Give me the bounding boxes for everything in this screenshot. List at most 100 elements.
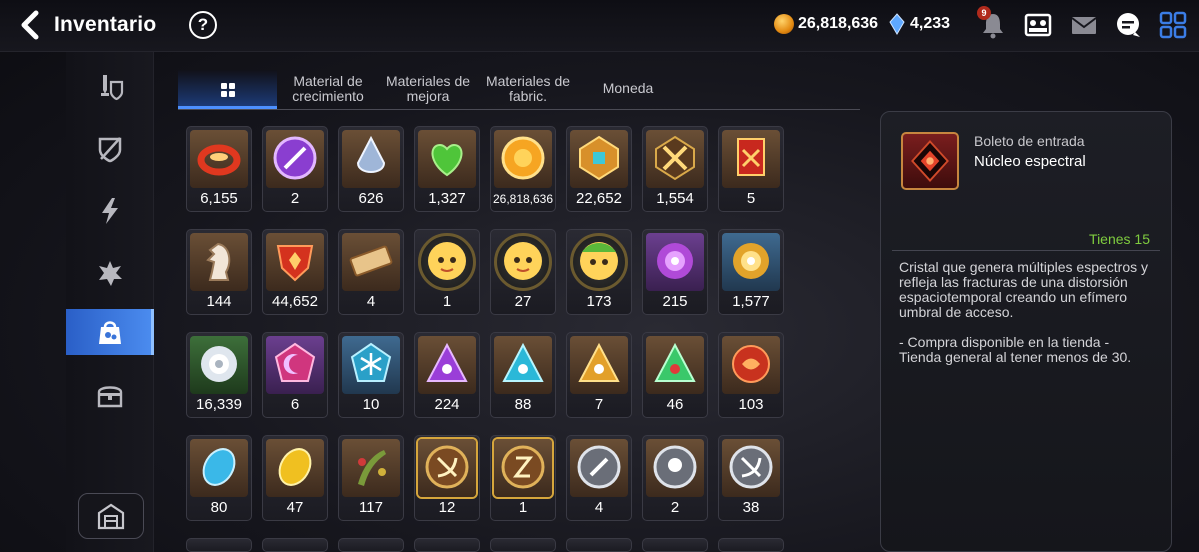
inventory-slot[interactable]: 4 bbox=[566, 435, 632, 521]
silver-medal-3-icon bbox=[729, 445, 773, 489]
inventory-slot[interactable]: 38 bbox=[718, 435, 784, 521]
inventory-slot[interactable]: 12 bbox=[414, 435, 480, 521]
item-count: 4 bbox=[594, 499, 604, 516]
inventory-slot[interactable]: 215 bbox=[642, 229, 708, 315]
item-count: 26,818,636 bbox=[492, 192, 554, 206]
category-sidebar bbox=[66, 52, 154, 552]
banner-icon bbox=[737, 138, 765, 176]
inventory-slot[interactable]: 26,818,636 bbox=[490, 126, 556, 212]
inventory-slot-partial[interactable] bbox=[262, 538, 328, 552]
inventory-slot[interactable]: 44,652 bbox=[262, 229, 328, 315]
item-count: 47 bbox=[286, 499, 304, 516]
inventory-slot[interactable]: 103 bbox=[718, 332, 784, 418]
inventory-slot[interactable]: 22,652 bbox=[566, 126, 632, 212]
inventory-slot[interactable]: 46 bbox=[642, 332, 708, 418]
inventory-slot-partial[interactable] bbox=[490, 538, 556, 552]
item-count: 80 bbox=[210, 499, 228, 516]
inventory-slot-partial[interactable] bbox=[338, 538, 404, 552]
bow-medal-icon bbox=[425, 445, 469, 489]
pyramid-purple-icon bbox=[426, 342, 468, 382]
inventory-slot[interactable]: 1,327 bbox=[414, 126, 480, 212]
inventory-slot[interactable]: 4 bbox=[338, 229, 404, 315]
inventory-slot[interactable]: 7 bbox=[566, 332, 632, 418]
sidebar-item-equipment[interactable] bbox=[66, 64, 154, 110]
chat-icon[interactable] bbox=[1113, 10, 1143, 40]
chess-knight-icon bbox=[206, 242, 231, 281]
inventory-slot-partial[interactable] bbox=[566, 538, 632, 552]
item-count: 4 bbox=[366, 293, 376, 310]
sidebar-item-catalysts[interactable] bbox=[66, 250, 154, 296]
red-orb-icon bbox=[732, 345, 770, 383]
item-count: 7 bbox=[594, 396, 604, 413]
item-count: 10 bbox=[362, 396, 380, 413]
sidebar-item-materials[interactable] bbox=[66, 309, 154, 355]
mail-icon[interactable] bbox=[1069, 10, 1099, 40]
inventory-slot[interactable]: 1,554 bbox=[642, 126, 708, 212]
artifact-icon bbox=[98, 137, 122, 163]
grid-icon bbox=[221, 83, 235, 97]
inventory-slot[interactable]: 80 bbox=[186, 435, 252, 521]
blue-stone-icon bbox=[202, 448, 236, 486]
tab-growth-materials[interactable]: Material de crecimiento bbox=[282, 74, 374, 113]
crystal-amount: 4,233 bbox=[910, 15, 951, 32]
pyramid-gold-icon bbox=[578, 342, 620, 382]
inventory-slot[interactable]: 6 bbox=[262, 332, 328, 418]
inventory-slot[interactable]: 2 bbox=[642, 435, 708, 521]
ring-red-icon bbox=[197, 144, 241, 176]
item-count: 12 bbox=[438, 499, 456, 516]
item-count: 1 bbox=[442, 293, 452, 310]
item-count: 16,339 bbox=[196, 396, 242, 413]
inventory-slot[interactable]: 16,339 bbox=[186, 332, 252, 418]
help-button[interactable]: ? bbox=[189, 11, 217, 39]
storage-button[interactable] bbox=[78, 493, 144, 539]
item-description: Cristal que genera múltiples espectros y… bbox=[899, 259, 1149, 365]
item-count: 1,577 bbox=[732, 293, 770, 310]
chest-icon bbox=[97, 386, 123, 408]
tab-upgrade-materials[interactable]: Materiales de mejora bbox=[384, 74, 472, 113]
tab-all[interactable] bbox=[178, 70, 277, 109]
sidebar-item-energy[interactable] bbox=[66, 188, 154, 234]
item-count: 103 bbox=[738, 396, 764, 413]
sidebar-item-artifacts[interactable] bbox=[66, 126, 154, 172]
inventory-slot[interactable]: 144 bbox=[186, 229, 252, 315]
item-count: 44,652 bbox=[272, 293, 318, 310]
white-flower-icon bbox=[201, 346, 237, 382]
inventory-slot-partial[interactable] bbox=[642, 538, 708, 552]
inventory-slot[interactable]: 1,577 bbox=[718, 229, 784, 315]
inventory-slot-partial[interactable] bbox=[414, 538, 480, 552]
silver-medal-1-icon bbox=[577, 445, 621, 489]
green-heart-icon bbox=[431, 143, 463, 177]
friends-icon[interactable] bbox=[1023, 10, 1053, 40]
inventory-slot[interactable]: 47 bbox=[262, 435, 328, 521]
inventory-slot[interactable]: 2 bbox=[262, 126, 328, 212]
inventory-slot[interactable]: 173 bbox=[566, 229, 632, 315]
item-count: 1,327 bbox=[428, 190, 466, 207]
silver-medal-2-icon bbox=[653, 445, 697, 489]
inventory-slot[interactable]: 117 bbox=[338, 435, 404, 521]
item-count: 224 bbox=[434, 396, 460, 413]
inventory-slot[interactable]: 10 bbox=[338, 332, 404, 418]
sidebar-item-chests[interactable] bbox=[66, 372, 154, 418]
inventory-slot[interactable]: 5 bbox=[718, 126, 784, 212]
skill-charm-icon bbox=[273, 136, 317, 180]
inventory-slot[interactable]: 27 bbox=[490, 229, 556, 315]
hero-face-icon bbox=[428, 242, 466, 280]
menu-grid-icon[interactable] bbox=[1158, 10, 1188, 40]
catalyst-icon bbox=[99, 261, 122, 286]
inventory-slot[interactable]: 1 bbox=[490, 435, 556, 521]
ticket-icon bbox=[349, 245, 393, 277]
inventory-slot-partial[interactable] bbox=[186, 538, 252, 552]
inventory-slot-partial[interactable] bbox=[718, 538, 784, 552]
tab-currency[interactable]: Moneda bbox=[588, 81, 668, 120]
inventory-slot[interactable]: 6,155 bbox=[186, 126, 252, 212]
crystal-icon bbox=[889, 13, 905, 35]
inventory-slot[interactable]: 88 bbox=[490, 332, 556, 418]
inventory-slot[interactable]: 1 bbox=[414, 229, 480, 315]
inventory-slot[interactable]: 626 bbox=[338, 126, 404, 212]
rune-medal-icon bbox=[501, 445, 545, 489]
item-count: 626 bbox=[358, 190, 384, 207]
tab-crafting-materials[interactable]: Materiales de fabric. bbox=[482, 74, 574, 113]
back-arrow-icon[interactable] bbox=[16, 9, 46, 41]
inventory-slot[interactable]: 224 bbox=[414, 332, 480, 418]
pyramid-cyan-icon bbox=[502, 342, 544, 382]
